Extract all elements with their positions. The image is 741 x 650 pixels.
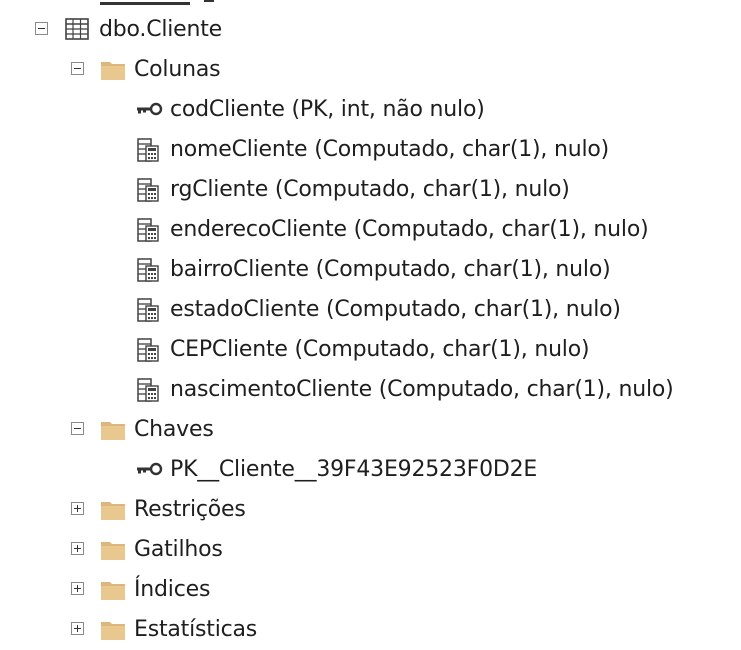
computed-column-icon [137,178,159,202]
folder-icon [101,622,125,640]
column-item[interactable]: enderecoCliente (Computado, char(1), nul… [0,210,741,250]
column-label: CEPCliente (Computado, char(1), nulo) [170,337,590,362]
folder-label-colunas: Colunas [134,57,221,82]
expand-restricoes-toggle[interactable] [71,502,84,515]
key-icon [137,462,163,476]
previous-node-fragment [100,0,190,5]
folder-label-chaves: Chaves [134,417,214,442]
column-item[interactable]: nomeCliente (Computado, char(1), nulo) [0,130,741,170]
folder-label-restricoes: Restrições [134,497,246,522]
table-label: dbo.Cliente [99,17,223,42]
key-label: PK__Cliente__39F43E92523F0D2E [170,457,538,482]
column-label: nomeCliente (Computado, char(1), nulo) [170,137,610,162]
tree-node-folder-indices[interactable]: Índices [0,570,741,610]
table-icon [65,18,89,40]
folder-icon [101,542,125,560]
column-item[interactable]: rgCliente (Computado, char(1), nulo) [0,170,741,210]
computed-column-icon [137,258,159,282]
collapse-chaves-toggle[interactable] [71,422,84,435]
tree-node-folder-colunas[interactable]: Colunas [0,50,741,90]
column-label: codCliente (PK, int, não nulo) [170,97,485,122]
column-item[interactable]: nascimentoCliente (Computado, char(1), n… [0,370,741,410]
key-icon [137,102,163,116]
expand-gatilhos-toggle[interactable] [71,542,84,555]
collapse-table-toggle[interactable] [35,22,48,35]
column-label: rgCliente (Computado, char(1), nulo) [170,177,570,202]
folder-label-indices: Índices [134,577,211,602]
folder-icon [101,62,125,80]
column-item[interactable]: estadoCliente (Computado, char(1), nulo) [0,290,741,330]
key-item[interactable]: PK__Cliente__39F43E92523F0D2E [0,450,741,490]
expand-estatisticas-toggle[interactable] [71,622,84,635]
tree-node-folder-restricoes[interactable]: Restrições [0,490,741,530]
tree-node-table-cliente[interactable]: dbo.Cliente [0,10,741,50]
computed-column-icon [137,218,159,242]
folder-label-gatilhos: Gatilhos [134,537,223,562]
column-label: bairroCliente (Computado, char(1), nulo) [170,257,611,282]
computed-column-icon [137,378,159,402]
computed-column-icon [137,338,159,362]
column-item[interactable]: CEPCliente (Computado, char(1), nulo) [0,330,741,370]
folder-icon [101,582,125,600]
column-label: nascimentoCliente (Computado, char(1), n… [170,377,674,402]
collapse-colunas-toggle[interactable] [71,62,84,75]
folder-icon [101,502,125,520]
computed-column-icon [137,138,159,162]
previous-node-fragment-2 [204,0,214,2]
folder-label-estatisticas: Estatísticas [134,617,258,642]
column-label: estadoCliente (Computado, char(1), nulo) [170,297,621,322]
column-label: enderecoCliente (Computado, char(1), nul… [170,217,649,242]
column-item[interactable]: codCliente (PK, int, não nulo) [0,90,741,130]
computed-column-icon [137,298,159,322]
expand-indices-toggle[interactable] [71,582,84,595]
tree-node-folder-gatilhos[interactable]: Gatilhos [0,530,741,570]
tree-node-folder-estatisticas[interactable]: Estatísticas [0,610,741,650]
folder-icon [101,422,125,440]
column-item[interactable]: bairroCliente (Computado, char(1), nulo) [0,250,741,290]
tree-node-folder-chaves[interactable]: Chaves [0,410,741,450]
